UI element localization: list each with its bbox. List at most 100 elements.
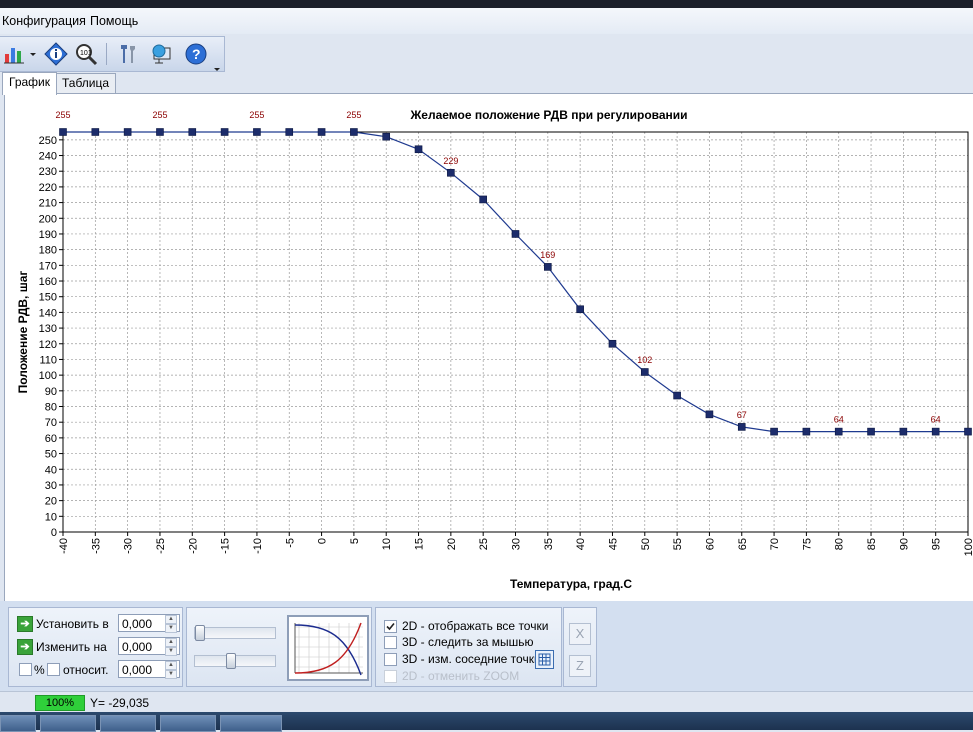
x-tick-label: 75: [801, 538, 813, 550]
tab-chart[interactable]: График: [2, 72, 57, 95]
taskbar-button[interactable]: [220, 715, 282, 732]
menu-bar: Конфигурация Помощь: [0, 8, 973, 34]
display-options-group: 2D - отображать все точки 3D - следить з…: [375, 607, 562, 687]
chart-title: Желаемое положение РДВ при регулировании: [409, 108, 687, 122]
svg-text:?: ?: [192, 46, 201, 62]
chart[interactable]: Желаемое положение РДВ при регулировании…: [5, 94, 973, 602]
dropdown-arrow-icon[interactable]: [28, 42, 38, 66]
change-value-row: ➔ Изменить на 0,000 ▲ ▼: [17, 637, 180, 657]
table-grid-icon[interactable]: [535, 650, 554, 669]
taskbar-button[interactable]: [100, 715, 156, 732]
tools-icon[interactable]: [116, 42, 140, 66]
value-controls-group: ➔ Установить в 0,000 ▲ ▼ ➔ Изменить на 0,…: [8, 607, 183, 687]
z-axis-button[interactable]: Z: [569, 655, 591, 677]
taskbar-button[interactable]: [40, 715, 96, 732]
relative-value-spinner[interactable]: ▲ ▼: [165, 661, 177, 679]
option-3d-neighbor-points-checkbox[interactable]: [384, 653, 397, 666]
option-3d-follow-mouse-checkbox[interactable]: [384, 636, 397, 649]
percent-checkbox[interactable]: [19, 663, 32, 676]
data-point-marker: [964, 427, 972, 436]
y-tick-label: 110: [39, 354, 57, 366]
change-value-spinner[interactable]: ▲ ▼: [165, 638, 177, 656]
x-tick-label: 70: [769, 538, 781, 550]
x-tick-label: 10: [381, 538, 393, 550]
option-3d-neighbor-points[interactable]: 3D - изм. соседние точки: [384, 651, 559, 667]
toolbar: 101 ?: [0, 36, 225, 72]
data-point-marker: [867, 427, 875, 436]
option-2d-cancel-zoom: 2D - отменить ZOOM: [384, 668, 559, 684]
y-tick-label: 220: [39, 182, 57, 194]
lower-slider-thumb[interactable]: [226, 653, 236, 669]
data-point-marker: [350, 128, 358, 136]
x-axis-label: Температура, град.С: [510, 577, 632, 591]
data-point-marker: [608, 339, 617, 348]
y-tick-label: 90: [45, 386, 57, 398]
option-2d-cancel-zoom-label: 2D - отменить ZOOM: [402, 669, 520, 683]
x-tick-label: 45: [607, 538, 619, 550]
relative-checkbox[interactable]: [47, 663, 60, 676]
y-tick-label: 200: [39, 213, 57, 225]
upper-slider-thumb[interactable]: [195, 625, 205, 641]
x-tick-label: -15: [220, 538, 232, 554]
x-tick-label: 95: [931, 538, 943, 550]
menu-item-help[interactable]: Помощь: [90, 14, 138, 28]
upper-slider-track[interactable]: [194, 627, 276, 639]
curve-shape-group: [186, 607, 372, 687]
data-label: 229: [443, 156, 458, 166]
option-3d-follow-mouse[interactable]: 3D - следить за мышью: [384, 634, 559, 650]
x-axis-button[interactable]: X: [569, 623, 591, 645]
data-point-marker: [705, 410, 714, 419]
data-point-marker: [899, 427, 908, 436]
y-tick-label: 130: [39, 323, 57, 335]
x-tick-label: 5: [349, 538, 361, 544]
x-tick-label: 100: [963, 538, 973, 556]
y-tick-label: 120: [39, 339, 57, 351]
y-tick-label: 190: [39, 229, 57, 241]
set-value-spinner[interactable]: ▲ ▼: [165, 615, 177, 633]
chart-settings-icon[interactable]: [2, 42, 26, 66]
x-tick-label: 80: [834, 538, 846, 550]
x-tick-label: 35: [543, 538, 555, 550]
status-bar: 100% Y= -29,035: [0, 691, 973, 713]
toolbar-overflow-icon[interactable]: [213, 63, 221, 71]
data-label: 255: [55, 110, 70, 120]
y-tick-label: 170: [39, 260, 57, 272]
data-point-marker: [673, 391, 681, 400]
menu-item-configuration[interactable]: Конфигурация: [2, 14, 86, 28]
search-zoom-icon[interactable]: 101: [74, 42, 98, 66]
network-icon[interactable]: [150, 42, 174, 66]
data-point-marker: [447, 168, 455, 177]
change-apply-arrow-icon[interactable]: ➔: [17, 639, 33, 655]
option-2d-all-points-label: 2D - отображать все точки: [402, 619, 549, 633]
data-label: 102: [637, 355, 652, 365]
help-icon[interactable]: ?: [184, 42, 208, 66]
taskbar-button[interactable]: [160, 715, 216, 732]
window-top-edge: [0, 0, 973, 8]
tab-table[interactable]: Таблица: [55, 73, 117, 94]
x-tick-label: 60: [704, 538, 716, 550]
tab-strip: График Таблица: [0, 72, 973, 95]
y-tick-label: 30: [45, 480, 57, 492]
x-tick-label: -20: [187, 538, 199, 554]
y-value-readout: Y= -29,035: [90, 696, 150, 710]
y-tick-label: 180: [39, 245, 57, 257]
option-2d-all-points[interactable]: 2D - отображать все точки: [384, 618, 559, 634]
y-tick-label: 0: [51, 527, 57, 539]
taskbar-button[interactable]: [0, 715, 36, 732]
data-point-marker: [576, 305, 584, 314]
data-point-marker: [414, 145, 423, 154]
x-tick-label: 90: [898, 538, 910, 550]
x-tick-label: -25: [155, 538, 167, 554]
progress-indicator: 100%: [35, 695, 85, 711]
option-2d-all-points-checkbox[interactable]: [384, 620, 397, 633]
set-apply-arrow-icon[interactable]: ➔: [17, 616, 33, 632]
data-point-marker: [220, 128, 229, 136]
x-tick-label: -5: [284, 538, 296, 548]
chart-panel: Желаемое положение РДВ при регулировании…: [4, 93, 973, 602]
data-point-marker: [931, 427, 940, 436]
curve-preview-icon[interactable]: [287, 615, 369, 681]
data-point-marker: [479, 195, 487, 204]
y-tick-label: 80: [45, 402, 57, 414]
set-value-row: ➔ Установить в 0,000 ▲ ▼: [17, 614, 180, 634]
info-icon[interactable]: [44, 42, 68, 66]
